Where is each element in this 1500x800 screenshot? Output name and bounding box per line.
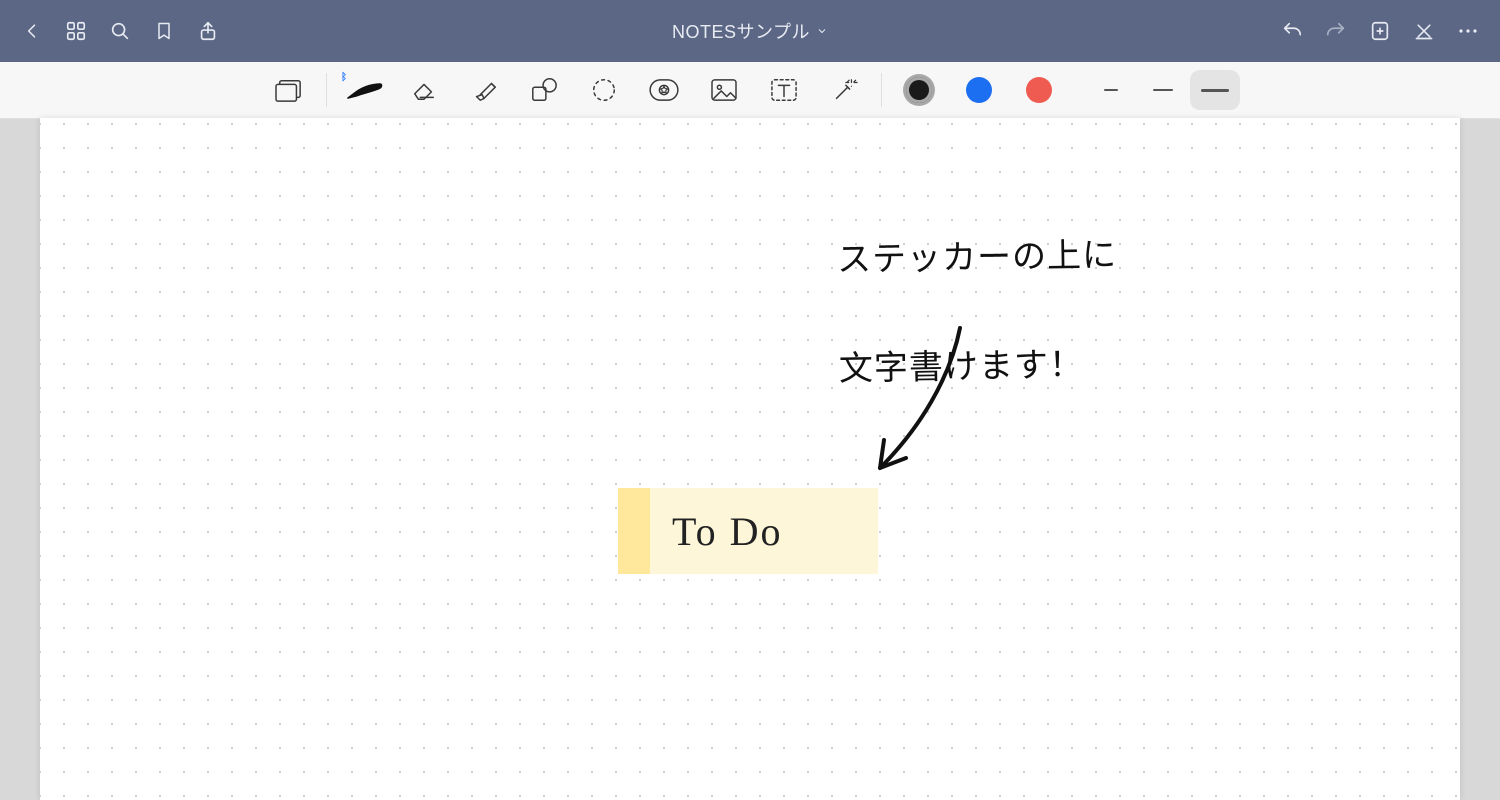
stroke-preview-icon (1104, 89, 1118, 91)
color-swatch-icon (966, 77, 992, 103)
share-icon (197, 19, 219, 43)
stroke-medium[interactable] (1138, 70, 1188, 110)
close-editor-button[interactable] (1402, 9, 1446, 53)
eraser-icon (409, 77, 439, 103)
highlighter-tool[interactable] (455, 68, 513, 112)
chevron-down-icon (816, 25, 828, 37)
eraser-tool[interactable] (395, 68, 453, 112)
sticker-icon (648, 78, 680, 102)
app-header: NOTESサンプル (0, 0, 1500, 62)
handwriting-arrow (840, 318, 1000, 493)
stroke-thin[interactable] (1086, 70, 1136, 110)
read-mode-tool[interactable] (260, 68, 318, 112)
bluetooth-badge-icon: ᛒ (341, 72, 347, 83)
add-page-button[interactable] (1358, 9, 1402, 53)
shape-icon (529, 76, 559, 104)
arrow-icon (840, 318, 1000, 488)
laser-tool[interactable] (815, 68, 873, 112)
stroke-preview-icon (1201, 89, 1229, 92)
sticker-text: To Do (672, 498, 868, 564)
undo-button[interactable] (1270, 9, 1314, 53)
grid-view-button[interactable] (54, 9, 98, 53)
stroke-thick[interactable] (1190, 70, 1240, 110)
grid-icon (65, 20, 87, 42)
text-icon (769, 77, 799, 103)
read-mode-icon (274, 77, 304, 103)
document-title[interactable]: NOTESサンプル (672, 18, 828, 44)
toolbar-divider (881, 73, 882, 107)
bookmark-icon (154, 20, 174, 42)
lasso-icon (590, 76, 618, 104)
shape-tool[interactable] (515, 68, 573, 112)
stroke-preview-icon (1153, 89, 1173, 91)
redo-button[interactable] (1314, 9, 1358, 53)
sticker-tool[interactable] (635, 68, 693, 112)
text-tool[interactable] (755, 68, 813, 112)
document-title-text: NOTESサンプル (672, 18, 810, 44)
lasso-tool[interactable] (575, 68, 633, 112)
highlighter-icon (469, 76, 499, 104)
search-icon (109, 20, 131, 42)
color-swatch-icon (1026, 77, 1052, 103)
color-black[interactable] (890, 68, 948, 112)
close-x-icon (1412, 21, 1436, 41)
back-button[interactable] (10, 9, 54, 53)
search-button[interactable] (98, 9, 142, 53)
more-icon (1456, 19, 1480, 43)
chevron-left-icon (22, 21, 42, 41)
image-tool[interactable] (695, 68, 753, 112)
pen-tool[interactable]: ᛒ (335, 68, 393, 112)
add-page-icon (1369, 19, 1391, 43)
laser-icon (829, 76, 859, 104)
note-canvas[interactable]: To Do ステッカーの上に 文字書けます！ (40, 118, 1460, 800)
image-icon (710, 78, 738, 102)
pen-icon (344, 76, 384, 104)
sticker-note[interactable]: To Do (618, 488, 878, 574)
color-red[interactable] (1010, 68, 1068, 112)
bookmark-button[interactable] (142, 9, 186, 53)
redo-icon (1324, 20, 1348, 42)
color-swatch-icon (906, 77, 932, 103)
undo-icon (1280, 20, 1304, 42)
handwriting-line: ステッカーの上に (837, 238, 1118, 280)
share-button[interactable] (186, 9, 230, 53)
more-button[interactable] (1446, 9, 1490, 53)
color-blue[interactable] (950, 68, 1008, 112)
toolbar-divider (326, 73, 327, 107)
tool-toolbar: ᛒ (0, 62, 1500, 119)
